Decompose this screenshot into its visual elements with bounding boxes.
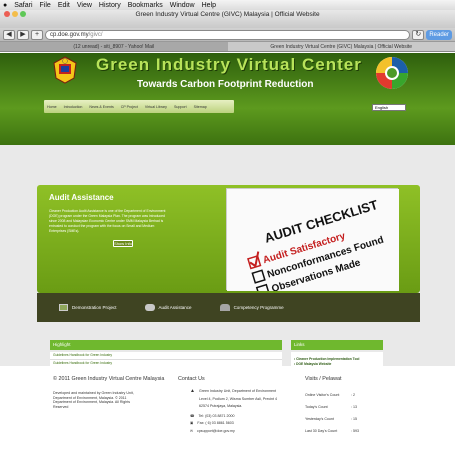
site-subtitle: Towards Carbon Footprint Reduction (137, 79, 314, 90)
menu-help[interactable]: Help (202, 2, 216, 9)
contact-fax: Fax: ( 6) 03 8861 5603 (197, 421, 234, 425)
reader-button[interactable]: Reader (426, 29, 452, 40)
hero-title: Audit Assistance (49, 193, 114, 202)
grid-icon (59, 304, 68, 311)
tab-competency-programme[interactable]: Competency Programme (219, 304, 284, 311)
main-nav: Home Introduction News & Events CP Proje… (44, 100, 234, 113)
tab-competency-label: Competency Programme (233, 305, 284, 310)
window-titlebar: Green Industry Virtual Centre (GIVC) Mal… (0, 10, 455, 28)
contact-tel: Tel: (03) 03 8871 2000 (198, 413, 235, 418)
tab-audit-label: Audit Assistance (158, 305, 192, 310)
apple-menu-icon[interactable]: ● (3, 2, 7, 9)
phone-icon: ☎ (190, 413, 195, 418)
url-path: /givc/ (88, 31, 103, 38)
back-icon[interactable]: ◀ (3, 29, 15, 40)
footer-copyright: © 2011 Green Industry Virtual Centre Mal… (53, 376, 165, 382)
window-title: Green Industry Virtual Centre (GIVC) Mal… (135, 11, 320, 18)
fax-icon: ▣ (190, 421, 194, 425)
highlight-header: Highlight (50, 340, 282, 350)
menu-history[interactable]: History (99, 2, 121, 9)
visitor-stats: Online Visitor's Count: 2 Today's Count:… (305, 389, 383, 437)
hero-text: Cleaner Production Audit Assistance is o… (49, 209, 166, 233)
show-info-button[interactable]: Show Info (113, 240, 133, 247)
url-domain: cp.doe.gov.my (50, 31, 89, 38)
address-bar[interactable]: cp.doe.gov.my /givc/ (45, 29, 411, 40)
menu-file[interactable]: File (40, 2, 51, 9)
links-header: Links (291, 340, 383, 350)
tab-yahoo-mail[interactable]: (12 unread) - siti_8907 - Yahoo! Mail (0, 42, 228, 51)
checklist-illustration-icon: AUDIT CHECKLIST Audit Satisfactory Nonco… (227, 189, 399, 299)
language-select[interactable]: English (372, 104, 406, 111)
forward-icon[interactable]: ▶ (17, 29, 29, 40)
email-icon: ✉ (190, 428, 194, 433)
tab-audit-assistance[interactable]: Audit Assistance (144, 304, 192, 311)
menu-app[interactable]: Safari (14, 2, 32, 9)
audit-checklist-image: AUDIT CHECKLIST Audit Satisfactory Nonco… (226, 188, 399, 299)
contact-line: 62574 Putrajaya, Malaysia. (198, 404, 243, 408)
web-page: Green Industry Virtual Center Towards Ca… (0, 53, 455, 465)
stat-row: Today's Count: 13 (305, 405, 357, 409)
menu-view[interactable]: View (77, 2, 92, 9)
site-header: Green Industry Virtual Center Towards Ca… (0, 53, 455, 145)
contact-details: ▲ Green Industry Unit, Department of Env… (190, 389, 280, 433)
highlight-item[interactable]: Guidelines Handbook for Green Industry (50, 352, 282, 360)
tab-demonstration-label: Demonstration Project (72, 305, 117, 310)
visits-title: Visits / Pelawat (305, 376, 342, 382)
stat-row: Online Visitor's Count: 2 (305, 393, 355, 397)
stat-row: Last 30 Day's Count: 593 (305, 429, 359, 433)
site-title: Green Industry Virtual Center (96, 55, 362, 74)
people-icon (219, 304, 230, 311)
nav-sitemap[interactable]: Sitemap (194, 105, 207, 109)
hero-banner: Audit Assistance Cleaner Production Audi… (37, 185, 420, 299)
stat-row: Yesterday's Count: 15 (305, 417, 357, 421)
nav-virtual-library[interactable]: Virtual Library (145, 105, 167, 109)
nav-home[interactable]: Home (47, 105, 57, 109)
menu-bookmarks[interactable]: Bookmarks (128, 2, 163, 9)
building-icon: ▲ (190, 388, 195, 394)
menu-edit[interactable]: Edit (58, 2, 70, 9)
browser-toolbar: ◀ ▶ + cp.doe.gov.my /givc/ ↻ Reader (0, 28, 455, 42)
program-tabs: Demonstration Project Audit Assistance C… (37, 293, 420, 322)
contact-title: Contact Us (178, 376, 205, 382)
reload-icon[interactable]: ↻ (412, 29, 425, 40)
os-menubar: ● Safari File Edit View History Bookmark… (0, 0, 455, 10)
nav-introduction[interactable]: Introduction (64, 105, 83, 109)
handshake-icon (144, 304, 155, 311)
contact-line: Green Industry Unit, Department of Envir… (198, 389, 277, 393)
tab-demonstration-project[interactable]: Demonstration Project (59, 304, 117, 311)
menu-window[interactable]: Window (170, 2, 195, 9)
contact-email[interactable]: cpsupport@doe.gov.my (197, 429, 235, 434)
green-globe-logo-icon (376, 57, 408, 89)
nav-news-events[interactable]: News & Events (89, 105, 113, 109)
tab-bar: (12 unread) - siti_8907 - Yahoo! Mail Gr… (0, 42, 455, 52)
add-bookmark-icon[interactable]: + (31, 29, 43, 40)
contact-line: Level 4, Podium 2, Wisma Sumber Asli, Pr… (198, 396, 278, 401)
tab-givc[interactable]: Green Industry Virtual Centre (GIVC) Mal… (227, 42, 455, 51)
nav-cp-project[interactable]: CP Project (121, 105, 138, 109)
site-footer: © 2011 Green Industry Virtual Centre Mal… (0, 366, 455, 465)
nav-support[interactable]: Support (174, 105, 187, 109)
malaysia-crest-icon (53, 56, 77, 84)
footer-credits: Developed and maintained by Green Indust… (53, 391, 134, 409)
